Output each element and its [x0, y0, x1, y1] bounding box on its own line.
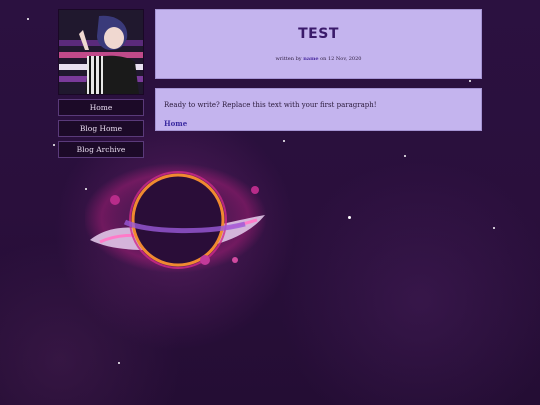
byline-prefix: written by — [275, 56, 302, 62]
nav-blog-archive-button[interactable]: Blog Archive — [58, 141, 144, 158]
nav-home-button[interactable]: Home — [58, 99, 144, 116]
star-decoration — [348, 216, 351, 219]
byline-on: on — [320, 56, 327, 62]
star-decoration — [404, 155, 406, 157]
post-date: 12 Nov, 2020 — [327, 56, 362, 62]
star-decoration — [118, 362, 120, 364]
home-link[interactable]: Home — [164, 119, 187, 128]
post-byline: written by name on 12 Nov, 2020 — [156, 56, 481, 62]
character-portrait-image — [59, 10, 143, 94]
star-decoration — [493, 227, 495, 229]
star-decoration — [27, 18, 29, 20]
star-decoration — [469, 80, 471, 82]
post-title: TEST — [298, 26, 339, 42]
author-link[interactable]: name — [303, 56, 318, 62]
post-header-panel: TEST written by name on 12 Nov, 2020 — [155, 9, 482, 79]
nav-blog-home-button[interactable]: Blog Home — [58, 120, 144, 137]
star-decoration — [283, 140, 285, 142]
star-decoration — [53, 144, 55, 146]
black-hole-illustration — [85, 163, 267, 273]
avatar — [58, 9, 144, 95]
post-content-panel: Ready to write? Replace this text with y… — [155, 88, 482, 131]
sidebar: Home Blog Home Blog Archive — [58, 9, 144, 158]
post-paragraph: Ready to write? Replace this text with y… — [164, 101, 377, 109]
